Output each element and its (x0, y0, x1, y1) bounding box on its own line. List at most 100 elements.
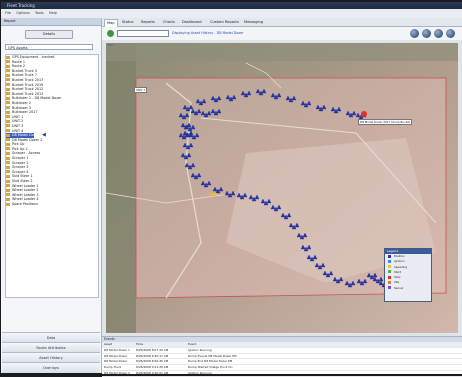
menu-help[interactable]: Help (49, 11, 57, 15)
menu-file[interactable]: File (5, 11, 11, 15)
legend-label: Position (394, 254, 405, 258)
folder-icon (6, 92, 10, 96)
tree-item-label: Pick Up (12, 142, 25, 147)
tree-item-label: Scraper 1 (12, 156, 29, 161)
title-bar: Fleet Tracking (1, 2, 462, 9)
selection-arrow-icon: ◀ (42, 132, 46, 139)
tab-messaging[interactable]: Messaging (242, 19, 265, 26)
tree-item-label: GPS Equipment - tracked (12, 55, 55, 59)
map-coordinate-readout (107, 44, 113, 46)
folder-icon (6, 170, 10, 174)
marker-label: D8 Model Dozer 2017 Dump Bucket (358, 119, 413, 125)
events-table-body: D8 Model Dozer 1 8/26/2008 8:07:20 AM Igni… (102, 348, 462, 377)
table-cell: Dump End D8 Model Dozer PM (188, 359, 233, 364)
folder-icon (6, 60, 10, 64)
table-cell: D8 Model Dozer (104, 353, 128, 358)
tree-item-label: UNIT 2 (12, 119, 24, 124)
folder-icon (6, 147, 10, 151)
speeding-marker-icon[interactable] (209, 193, 217, 195)
tree-item-label: Bucket Truck 2019 (12, 82, 44, 87)
main-area: Map Status Reports Charts Dashboard Cust… (102, 18, 462, 377)
legend-swatch-icon (388, 275, 391, 279)
tree-item-label: Bulldozer 2 (12, 100, 32, 105)
folder-icon (6, 119, 10, 123)
sidebar-header: Report (1, 18, 101, 26)
column-header[interactable]: Event (188, 342, 196, 347)
tree-item-label: Route 1 (12, 59, 26, 64)
tab-status[interactable]: Status (120, 19, 135, 26)
tab-reports[interactable]: Reports (139, 19, 157, 26)
folder-icon (6, 133, 10, 137)
tree-item[interactable]: Spare Positions (6, 202, 98, 207)
map-status-text: Displaying Asset History - D8 Model Doze… (172, 31, 244, 35)
table-cell: D8 Model Dozer (104, 359, 128, 364)
folder-icon (6, 174, 10, 178)
asset-group-select[interactable]: GPS Assets (5, 44, 93, 50)
tree-item-label: UNIT 4 (12, 128, 24, 133)
table-cell: D8 Model Dozer 1 (104, 347, 130, 352)
folder-icon (6, 83, 10, 87)
tree-item-label: Scraper - Access (12, 151, 41, 156)
column-header[interactable]: Asset (104, 342, 112, 347)
legend-swatch-icon (388, 280, 391, 284)
folder-icon (6, 55, 10, 59)
current-position-icon[interactable] (361, 111, 367, 117)
tree-item-label: Wheel Loader 3 (12, 192, 39, 197)
tree-item-label: Scraper 4 (12, 169, 29, 174)
globe-icon[interactable] (434, 29, 443, 38)
tree-item-label: Bulldozer 1 - D8 Model Dozer (12, 96, 62, 101)
menu-options[interactable]: Options (16, 11, 30, 15)
legend-label: Sensor (394, 285, 404, 290)
refresh-icon[interactable] (107, 30, 114, 37)
nav-overlays-button[interactable]: Overlays (2, 362, 100, 373)
tree-item-label: Wheel Loader 1 (12, 183, 39, 188)
tree-item-label: Bucket Truck 2013 (12, 91, 44, 96)
folder-icon (6, 110, 10, 114)
globe-icon[interactable] (446, 29, 455, 38)
tree-item-label: Spare Positions (12, 202, 38, 206)
legend-swatch-icon (388, 265, 391, 269)
folder-icon (6, 101, 10, 105)
folder-icon (6, 138, 10, 142)
satellite-map[interactable]: UNIT 7 D8 Model Dozer 2017 Dump Bucket L… (106, 43, 458, 333)
legend-swatch-icon (388, 254, 391, 258)
globe-icon[interactable] (422, 29, 431, 38)
marker-label: UNIT 7 (134, 87, 148, 93)
menu-tools[interactable]: Tools (35, 11, 44, 15)
tree-item-label: Bucket Truck 3 (12, 68, 37, 73)
sidebar: Report Details GPS Assets GPS Equipment … (1, 18, 102, 373)
globe-icon[interactable] (410, 29, 419, 38)
table-row[interactable]: D8 Model Dozer 3 8/26/2008 9:20:01 AM Igni… (102, 371, 462, 377)
legend-label: Idle (394, 280, 400, 285)
details-button[interactable]: Details (25, 30, 73, 39)
asset-tree[interactable]: GPS Equipment - tracked Route 1 Route 2 Buc… (5, 54, 99, 298)
tree-item-label: Scraper 2 (12, 160, 29, 165)
tree-item-label: Wheel Loader 2 (12, 188, 39, 193)
tree-item-label: D8 Model Dozer (12, 133, 40, 138)
table-cell: 8/26/2008 9:20:01 AM (136, 370, 169, 375)
folder-icon (6, 142, 10, 146)
tab-custom-reports[interactable]: Custom Reports (208, 19, 241, 26)
tab-charts[interactable]: Charts (161, 19, 177, 26)
tab-map[interactable]: Map (104, 19, 118, 27)
column-header[interactable]: Time (136, 342, 143, 347)
folder-icon (6, 202, 10, 206)
table-cell: 8/26/2008 8:07:20 AM (136, 347, 169, 352)
folder-icon (6, 73, 10, 77)
legend-swatch-icon (388, 270, 391, 274)
folder-icon (6, 184, 10, 188)
map-legend: Legend Position Ignition Speeding Start Stop… (384, 248, 432, 302)
folder-icon (6, 115, 10, 119)
tree-item-label: Wheel Loader 4 (12, 197, 39, 202)
tree-item-label: Skid Steer 1 (12, 174, 33, 179)
legend-swatch-icon (388, 259, 391, 263)
folder-icon (6, 193, 10, 197)
sidebar-title: Report (4, 19, 16, 23)
table-cell: D8 Model Dozer 3 (104, 370, 130, 375)
date-range-field[interactable] (117, 30, 169, 37)
tab-dashboard[interactable]: Dashboard (180, 19, 204, 26)
map-toolbar: Displaying Asset History - D8 Model Doze… (102, 27, 462, 40)
folder-icon (6, 69, 10, 73)
folder-icon (6, 156, 10, 160)
table-cell: Dump Started Village Truck On (188, 365, 233, 370)
